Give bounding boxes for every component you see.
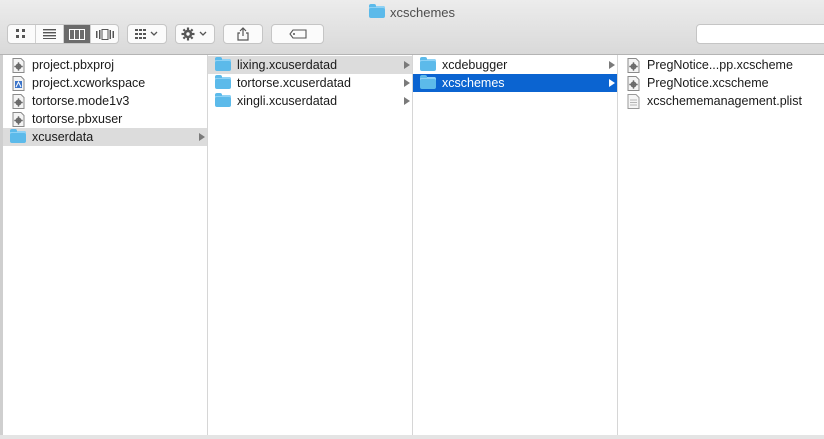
file-name-label: xcschememanagement.plist [647,94,802,108]
document-gear-icon [625,75,641,91]
window-title-text: xcschemes [389,4,456,20]
file-list-item[interactable]: project.xcworkspace [3,74,207,92]
document-gear-icon [10,93,26,109]
cover-flow-button[interactable] [90,25,118,43]
icon-view-button[interactable] [8,25,35,43]
folder-icon [368,4,385,18]
file-list-item[interactable]: xcschemes [413,74,617,92]
column-1[interactable]: project.pbxproj project.xcworkspace tortor… [0,55,208,436]
arrange-button[interactable] [127,24,167,44]
file-name-label: PregNotice...pp.xcscheme [647,58,793,72]
file-name-label: tortorse.pbxuser [32,112,123,126]
column-4[interactable]: PregNotice...pp.xcscheme PregNotice.xcsch… [618,55,824,436]
icon-view-icon [16,29,26,38]
file-name-label: tortorse.xcuserdatad [237,76,351,90]
folder-icon [215,75,231,90]
gear-icon [181,27,207,41]
file-list-item[interactable]: xingli.xcuserdatad [208,92,412,110]
disclosure-arrow-icon [199,133,205,141]
file-name-label: lixing.xcuserdatad [237,58,338,72]
file-list-item[interactable]: tortorse.pbxuser [3,110,207,128]
disclosure-arrow-icon [404,97,410,105]
file-name-label: PregNotice.xcscheme [647,76,769,90]
column-3[interactable]: xcdebugger xcschemes [413,55,618,436]
arrange-grid-icon [135,29,158,39]
column-view-button[interactable] [62,25,91,43]
action-button[interactable] [175,24,215,44]
file-name-label: project.xcworkspace [32,76,146,90]
file-list-item[interactable]: lixing.xcuserdatad [208,56,412,74]
cover-flow-icon [95,28,114,40]
document-gear-icon [625,57,641,73]
file-list-item[interactable]: PregNotice.xcscheme [618,74,824,92]
toolbar: xcschemes [0,0,824,55]
scrollbar-track[interactable] [0,435,824,439]
disclosure-arrow-icon [404,79,410,87]
workspace-document-icon [10,75,26,91]
file-list-item[interactable]: xcschememanagement.plist [618,92,824,110]
file-name-label: xcschemes [442,76,505,90]
folder-icon [420,75,436,90]
file-list-item[interactable]: tortorse.mode1v3 [3,92,207,110]
file-name-label: project.pbxproj [32,58,114,72]
file-list-item[interactable]: project.pbxproj [3,56,207,74]
document-gear-icon [10,111,26,127]
search-field[interactable] [696,24,824,44]
file-name-label: xingli.xcuserdatad [237,94,338,108]
folder-icon [10,129,26,144]
file-list-item[interactable]: PregNotice...pp.xcscheme [618,56,824,74]
column-2[interactable]: lixing.xcuserdatad tortorse.xcuserdatad xi… [208,55,413,436]
list-view-button[interactable] [34,25,63,43]
folder-icon [215,57,231,72]
file-name-label: xcuserdata [32,130,94,144]
file-list-item[interactable]: xcdebugger [413,56,617,74]
disclosure-arrow-icon [609,79,615,87]
share-icon [237,27,249,41]
folder-icon [420,57,436,72]
file-list-item[interactable]: tortorse.xcuserdatad [208,74,412,92]
file-name-label: xcdebugger [442,58,508,72]
file-list-item[interactable]: xcuserdata [3,128,207,146]
column-view-icon [68,28,85,40]
tag-icon [288,29,307,39]
list-view-icon [42,29,56,39]
tag-button[interactable] [271,24,324,44]
file-name-label: tortorse.mode1v3 [32,94,130,108]
disclosure-arrow-icon [404,61,410,69]
share-button[interactable] [223,24,263,44]
document-gear-icon [10,57,26,73]
window-title: xcschemes [0,4,824,20]
column-browser: project.pbxproj project.xcworkspace tortor… [0,55,824,439]
disclosure-arrow-icon [609,61,615,69]
folder-icon [215,93,231,108]
plist-document-icon [625,93,641,109]
view-mode-control [7,24,119,44]
